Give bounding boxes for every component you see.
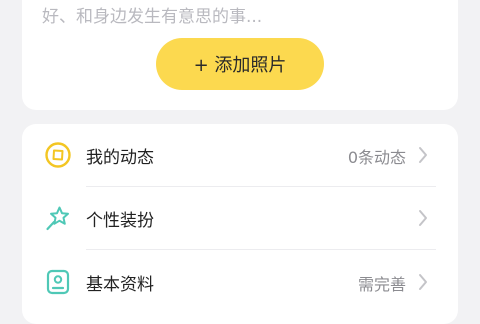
profile-top-card: 好、和身边发生有意思的事... + 添加照片 — [22, 0, 458, 110]
menu-item-label: 基本资料 — [86, 275, 154, 295]
profile-description: 好、和身边发生有意思的事... — [42, 7, 263, 27]
menu-item-label: 我的动态 — [86, 148, 154, 168]
add-photo-button[interactable]: + 添加照片 — [156, 38, 324, 90]
chevron-right-icon — [418, 273, 428, 291]
star-wand-icon — [44, 204, 72, 232]
divider — [86, 249, 436, 250]
chevron-right-icon — [418, 146, 428, 164]
compass-circle-icon — [44, 141, 72, 169]
posts-count-value: 0条动态 — [347, 148, 406, 167]
menu-item-personal-dressup[interactable]: 个性装扮 — [22, 187, 458, 249]
menu-item-my-posts[interactable]: 我的动态 0条动态 — [22, 124, 458, 186]
menu-item-label: 个性装扮 — [86, 211, 154, 231]
menu-item-basic-info[interactable]: 基本资料 需完善 — [22, 251, 458, 313]
profile-menu-list: 我的动态 0条动态 个性装扮 基本资料 需完善 — [22, 124, 458, 324]
chevron-right-icon — [418, 209, 428, 227]
id-card-icon — [44, 268, 72, 296]
basic-info-status: 需完善 — [357, 275, 406, 294]
